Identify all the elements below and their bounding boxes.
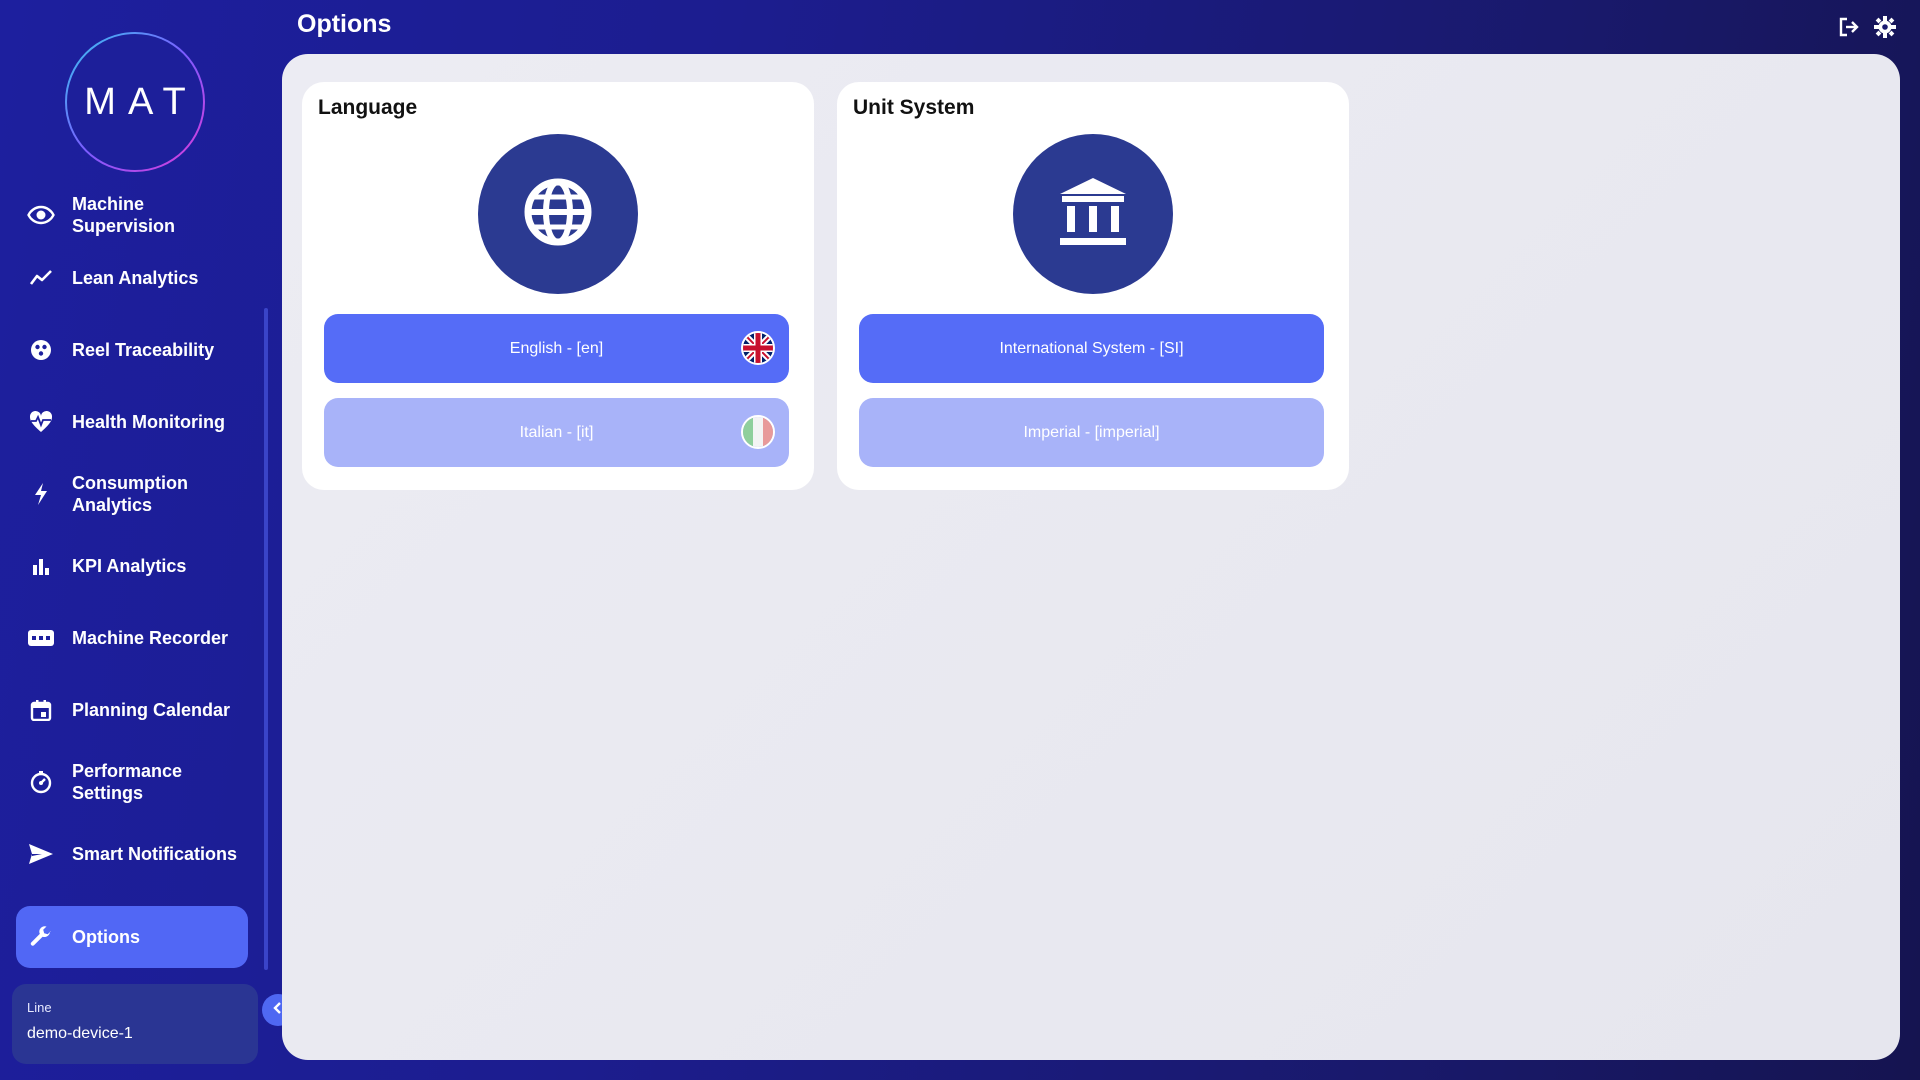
sidebar-item-label: KPI Analytics bbox=[72, 556, 187, 576]
app-logo: MAT bbox=[65, 32, 205, 172]
recorder-icon bbox=[26, 623, 56, 653]
language-card: Language English - [en] Italian - [it] bbox=[302, 82, 814, 490]
language-card-title: Language bbox=[318, 96, 418, 119]
sidebar-item-label: Reel Traceability bbox=[72, 340, 215, 360]
page-title: Options bbox=[297, 10, 392, 38]
unit-option-si[interactable]: International System - [SI] bbox=[859, 314, 1324, 383]
sidebar-item-label: Planning Calendar bbox=[72, 700, 231, 720]
send-icon bbox=[26, 839, 56, 869]
unit-option-imperial[interactable]: Imperial - [imperial] bbox=[859, 398, 1324, 467]
sidebar-item-options[interactable]: Options bbox=[16, 906, 248, 968]
sidebar-item-label: Machine Supervision bbox=[72, 194, 176, 236]
eye-icon bbox=[26, 200, 56, 230]
sidebar-item-label: Lean Analytics bbox=[72, 268, 199, 288]
sidebar-item-reel-traceability[interactable]: Reel Traceability bbox=[16, 319, 248, 381]
option-label: English - [en] bbox=[509, 339, 604, 357]
logout-icon[interactable] bbox=[1838, 16, 1860, 38]
gauge-icon bbox=[26, 767, 56, 797]
logo-text: MAT bbox=[67, 34, 203, 170]
language-option-english[interactable]: English - [en] bbox=[324, 314, 789, 383]
settings-gear-icon[interactable] bbox=[1874, 16, 1896, 38]
sidebar-item-label: Health Monitoring bbox=[72, 412, 225, 432]
trend-line-icon bbox=[26, 263, 56, 293]
unit-system-card-title: Unit System bbox=[853, 96, 975, 119]
main-content: Language English - [en] Italian - [it] U… bbox=[282, 54, 1900, 1060]
uk-flag-icon bbox=[741, 331, 775, 365]
sidebar-scrollbar[interactable] bbox=[264, 308, 268, 970]
heart-pulse-icon bbox=[26, 407, 56, 437]
option-label: Italian - [it] bbox=[519, 423, 594, 441]
language-icon-circle bbox=[478, 134, 638, 294]
unit-system-card: Unit System International System - [SI] … bbox=[837, 82, 1349, 490]
sidebar-item-consumption-analytics[interactable]: Consumption Analytics bbox=[16, 463, 248, 525]
option-label: Imperial - [imperial] bbox=[1023, 423, 1160, 441]
header-actions bbox=[1838, 16, 1896, 38]
sidebar-item-performance-settings[interactable]: Performance Settings bbox=[16, 751, 248, 813]
globe-icon bbox=[523, 177, 593, 252]
sidebar-item-health-monitoring[interactable]: Health Monitoring bbox=[16, 391, 248, 453]
reel-icon bbox=[26, 335, 56, 365]
institution-icon bbox=[1058, 176, 1128, 253]
sidebar-item-kpi-analytics[interactable]: KPI Analytics bbox=[16, 535, 248, 597]
language-option-italian[interactable]: Italian - [it] bbox=[324, 398, 789, 467]
sidebar-item-label: Machine Recorder bbox=[72, 628, 229, 648]
sidebar-item-planning-calendar[interactable]: Planning Calendar bbox=[16, 679, 248, 741]
unit-system-icon-circle bbox=[1013, 134, 1173, 294]
option-label: International System - [SI] bbox=[999, 339, 1184, 357]
sidebar-item-lean-analytics[interactable]: Lean Analytics bbox=[16, 247, 248, 309]
sidebar-item-machine-recorder[interactable]: Machine Recorder bbox=[16, 607, 248, 669]
sidebar-item-smart-notifications[interactable]: Smart Notifications bbox=[16, 823, 248, 885]
sidebar-item-label: Consumption Analytics bbox=[72, 473, 188, 515]
sidebar-item-label: Options bbox=[72, 927, 140, 947]
calendar-icon bbox=[26, 695, 56, 725]
lightning-icon bbox=[26, 479, 56, 509]
wrench-icon bbox=[26, 922, 56, 952]
line-value: demo-device-1 bbox=[27, 1025, 133, 1042]
sidebar: MAT Machine Supervision Lean Analytics R… bbox=[0, 0, 294, 1080]
italy-flag-icon bbox=[741, 415, 775, 449]
sidebar-nav: Machine Supervision Lean Analytics Reel … bbox=[16, 190, 248, 970]
line-label: Line bbox=[27, 1000, 52, 1015]
bar-chart-icon bbox=[26, 551, 56, 581]
sidebar-item-label: Performance Settings bbox=[72, 761, 183, 803]
line-selector[interactable]: Line demo-device-1 bbox=[12, 984, 258, 1064]
sidebar-item-label: Smart Notifications bbox=[72, 844, 238, 864]
sidebar-item-machine-supervision[interactable]: Machine Supervision bbox=[16, 190, 248, 246]
